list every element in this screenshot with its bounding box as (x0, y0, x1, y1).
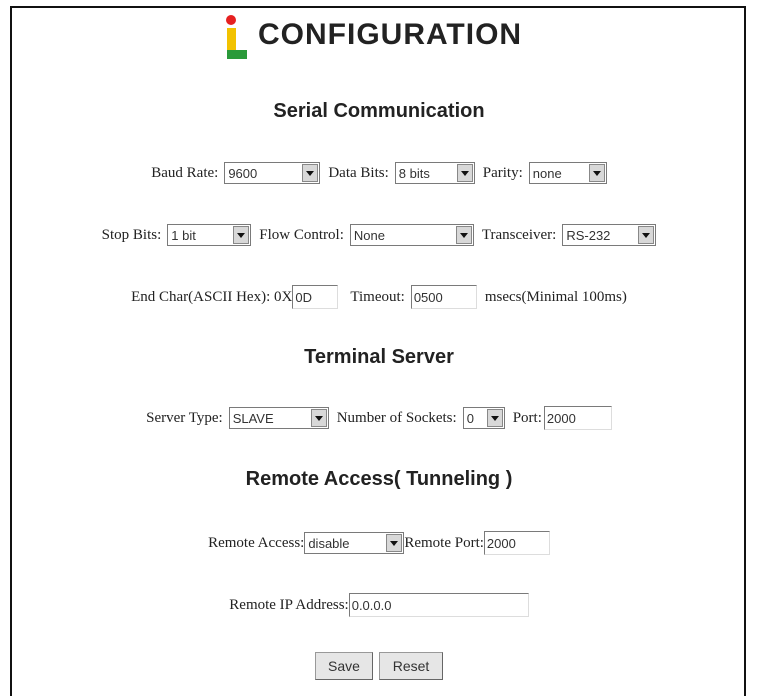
remote-heading: Remote Access( Tunneling ) (245, 468, 513, 490)
timeout-input[interactable]: 0500 (410, 285, 477, 309)
chevron-down-icon (233, 226, 250, 244)
transceiver-value: RS-232 (566, 227, 611, 243)
serial-row-2: Stop Bits: 1 bit Flow Control: None Tran… (0, 224, 758, 246)
remote-row-1: Remote Access: disable Remote Port: 2000 (0, 531, 758, 555)
parity-label: Parity: (482, 164, 523, 181)
stop-bits-select[interactable]: 1 bit (167, 224, 252, 246)
end-char-input[interactable]: 0D (292, 285, 339, 309)
terminal-heading: Terminal Server (304, 346, 454, 368)
server-type-select[interactable]: SLAVE (228, 407, 329, 429)
data-bits-label: Data Bits: (328, 164, 389, 181)
baud-rate-value: 9600 (228, 165, 258, 181)
remote-port-label: Remote Port: (404, 534, 484, 551)
chevron-down-icon (486, 409, 503, 427)
chevron-down-icon (310, 409, 327, 427)
save-button[interactable]: Save (315, 652, 373, 680)
chevron-down-icon (302, 164, 319, 182)
sockets-label: Number of Sockets: (336, 409, 457, 426)
port-input[interactable]: 2000 (543, 406, 612, 430)
chevron-down-icon (638, 226, 655, 244)
sockets-value: 0 (466, 410, 474, 426)
remote-ip-label: Remote IP Address: (229, 596, 349, 613)
data-bits-value: 8 bits (398, 165, 430, 181)
page-title: CONFIGURATION (258, 18, 523, 51)
remote-access-label: Remote Access: (208, 534, 305, 551)
baud-rate-select[interactable]: 9600 (224, 162, 321, 184)
stop-bits-value: 1 bit (171, 227, 196, 243)
reset-button[interactable]: Reset (379, 652, 443, 680)
remote-ip-input[interactable]: 0.0.0.0 (348, 593, 529, 617)
chevron-down-icon (455, 226, 472, 244)
remote-access-value: disable (308, 535, 350, 551)
flow-control-label: Flow Control: (259, 226, 344, 243)
stop-bits-label: Stop Bits: (101, 226, 162, 243)
button-row: Save Reset (0, 652, 758, 680)
remote-row-2: Remote IP Address: 0.0.0.0 (0, 593, 758, 617)
data-bits-select[interactable]: 8 bits (394, 162, 475, 184)
chevron-down-icon (456, 164, 473, 182)
serial-row-1: Baud Rate: 9600 Data Bits: 8 bits Parity… (0, 162, 758, 184)
logo-icon (226, 15, 247, 59)
terminal-row: Server Type: SLAVE Number of Sockets: 0 … (0, 406, 758, 430)
timeout-unit: msecs(Minimal 100ms) (484, 288, 627, 305)
serial-heading: Serial Communication (273, 100, 485, 122)
chevron-down-icon (386, 534, 403, 552)
parity-select[interactable]: none (528, 162, 607, 184)
server-type-value: SLAVE (232, 410, 274, 426)
flow-control-select[interactable]: None (349, 224, 474, 246)
serial-row-3: End Char(ASCII Hex): 0X 0D Timeout: 0500… (0, 285, 758, 309)
transceiver-select[interactable]: RS-232 (562, 224, 657, 246)
port-label: Port: (512, 409, 542, 426)
remote-access-select[interactable]: disable (304, 532, 405, 554)
flow-control-value: None (353, 227, 385, 243)
remote-port-input[interactable]: 2000 (483, 531, 550, 555)
baud-rate-label: Baud Rate: (151, 164, 219, 181)
end-char-label: End Char(ASCII Hex): 0X (131, 288, 293, 305)
sockets-select[interactable]: 0 (462, 407, 505, 429)
parity-value: none (532, 165, 562, 181)
server-type-label: Server Type: (146, 409, 223, 426)
timeout-label: Timeout: (350, 288, 405, 305)
chevron-down-icon (588, 164, 605, 182)
transceiver-label: Transceiver: (481, 226, 557, 243)
